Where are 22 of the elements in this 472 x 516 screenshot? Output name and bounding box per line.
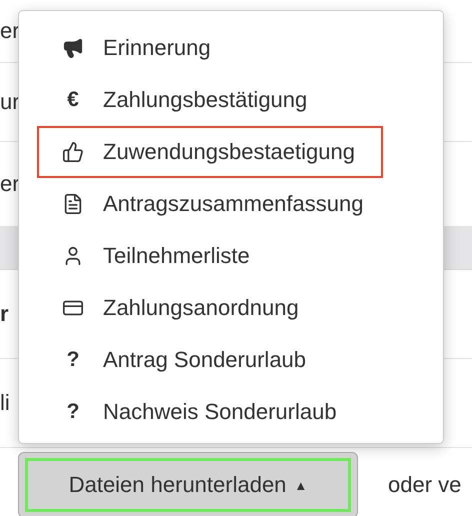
table-cell: ur bbox=[0, 89, 20, 115]
caret-icon: ▲ bbox=[294, 478, 308, 492]
menu-item[interactable]: Zahlungsanordnung bbox=[37, 282, 423, 334]
menu-item[interactable]: Antragszusammenfassung bbox=[37, 178, 423, 230]
table-cell: er bbox=[0, 171, 20, 197]
menu-item[interactable]: Teilnehmerliste bbox=[37, 230, 423, 282]
icon-glyph: ? bbox=[66, 400, 80, 424]
table-cell: er bbox=[0, 18, 20, 44]
download-button[interactable]: Dateien herunterladen ▲ bbox=[18, 452, 358, 516]
table-cell: li bbox=[0, 390, 10, 416]
menu-item[interactable]: € Zahlungsbestätigung bbox=[37, 74, 423, 126]
table-cell: r bbox=[0, 301, 9, 327]
icon-glyph: € bbox=[66, 88, 80, 112]
menu-item[interactable]: Erinnerung bbox=[37, 22, 423, 74]
icon-glyph: ? bbox=[66, 348, 80, 372]
megaphone-icon bbox=[62, 37, 84, 59]
thumbs-up-icon bbox=[62, 141, 84, 163]
menu-item[interactable]: Zuwendungsbestaetigung bbox=[37, 126, 383, 178]
document-icon bbox=[62, 193, 84, 215]
trailing-text: oder ve bbox=[388, 472, 462, 498]
menu-item[interactable]: ? Antrag Sonderurlaub bbox=[37, 334, 423, 386]
menu-item[interactable]: ? Nachweis Sonderurlaub bbox=[37, 386, 423, 438]
